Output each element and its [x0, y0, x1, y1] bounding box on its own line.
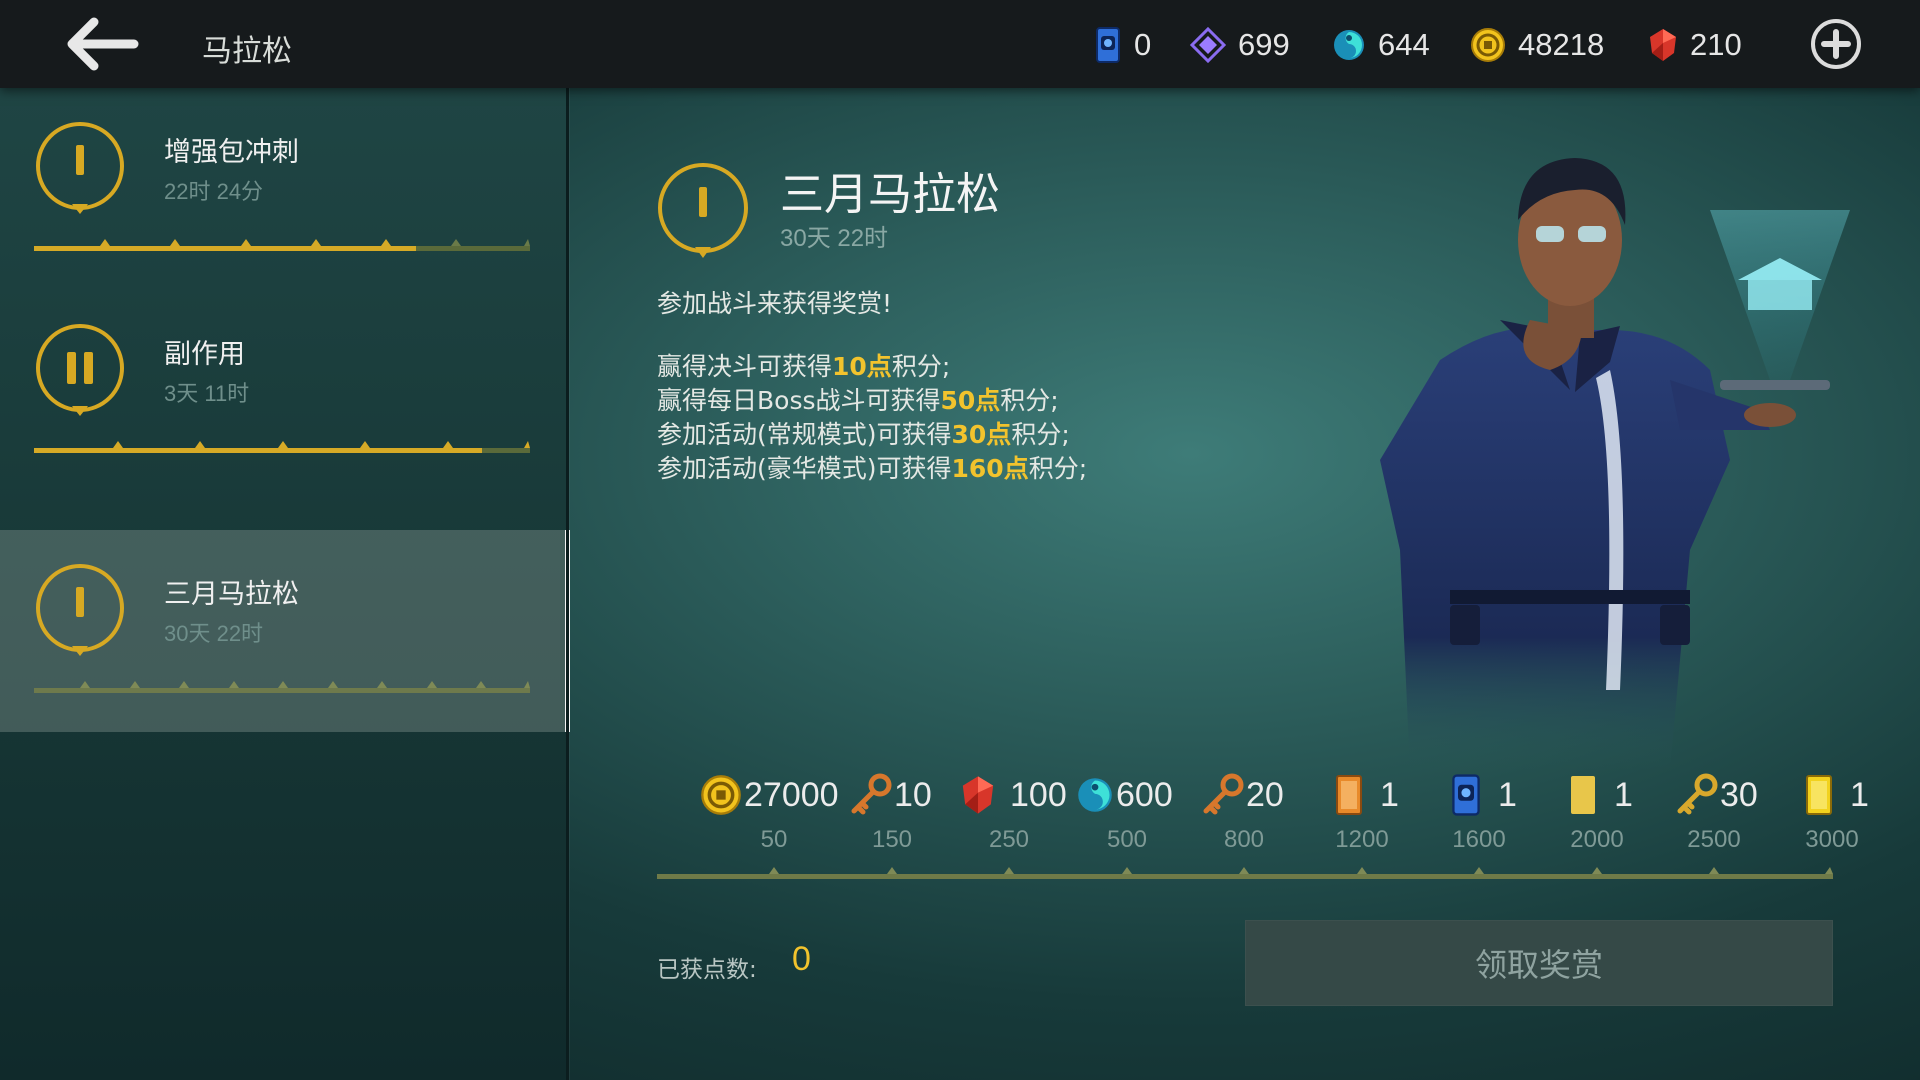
- event-sidebar: 增强包冲刺 22时 24分 副作用 3天 11时 三月马拉松 30天 22时: [0, 88, 570, 1080]
- resource-value: 699: [1238, 27, 1290, 62]
- exclamation-status-icon: [658, 163, 748, 258]
- key-icon: [1677, 773, 1718, 815]
- reward-amount: 100: [1010, 775, 1067, 814]
- reward-threshold: 250: [988, 826, 1030, 853]
- marathon-progress-track: [657, 867, 1833, 879]
- reward-amount: 600: [1116, 775, 1173, 814]
- rule-line: 参加活动(常规模式)可获得30点积分;: [657, 420, 1070, 449]
- reward-threshold: 2000: [1570, 826, 1624, 853]
- resource-gold-coin[interactable]: 48218: [1470, 22, 1604, 68]
- event-name: 三月马拉松: [164, 579, 299, 610]
- purple-crystal-icon: [1190, 27, 1226, 63]
- reward-threshold: 800: [1223, 826, 1265, 853]
- key-icon: [851, 773, 892, 815]
- resource-teal-orb[interactable]: 644: [1332, 22, 1430, 68]
- reward-gold-card[interactable]: 1: [1804, 770, 1869, 820]
- reward-amount: 1: [1614, 775, 1633, 814]
- teal-orb-icon: [1334, 30, 1364, 60]
- event-progress-track: [34, 239, 530, 251]
- reward-threshold: 1200: [1335, 826, 1389, 853]
- event-title: 三月马拉松: [780, 169, 1000, 220]
- reward-blue-card[interactable]: 1: [1450, 770, 1517, 820]
- sidebar-item-boost-sprint[interactable]: 增强包冲刺 22时 24分: [0, 88, 566, 290]
- resource-value: 210: [1690, 27, 1742, 62]
- character-illustration: [1380, 158, 1850, 770]
- orange-card-icon: [1336, 775, 1362, 815]
- event-progress-track: [34, 681, 530, 693]
- blue-card-icon: [1096, 27, 1120, 63]
- points-label: 已获点数:: [657, 957, 757, 983]
- sidebar-divider: [566, 88, 569, 1080]
- resource-value: 48218: [1518, 27, 1605, 62]
- reward-threshold: 1600: [1452, 826, 1506, 853]
- reward-amount: 1: [1380, 775, 1399, 814]
- back-button[interactable]: [60, 14, 140, 74]
- rule-line: 赢得决斗可获得10点积分;: [657, 352, 951, 381]
- key-icon: [1203, 773, 1244, 815]
- reward-amount: 1: [1850, 775, 1869, 814]
- reward-gold-coins[interactable]: 27000: [700, 770, 839, 820]
- points-value: 0: [792, 940, 811, 978]
- exclamation-status-icon: [36, 564, 124, 656]
- teal-orb-icon: [1078, 778, 1112, 812]
- reward-yellow-card[interactable]: 1: [1568, 770, 1633, 820]
- event-time: 3天 11时: [164, 381, 250, 406]
- gold-coin-icon: [701, 775, 741, 815]
- event-time: 22时 24分: [164, 179, 264, 204]
- reward-teal-orbs[interactable]: 600: [1076, 770, 1173, 820]
- reward-amount: 20: [1246, 775, 1284, 814]
- back-arrow-icon: [67, 17, 139, 71]
- page-title: 马拉松: [202, 34, 292, 69]
- resource-blue-card[interactable]: 0: [1094, 22, 1151, 68]
- reward-amount: 30: [1720, 775, 1758, 814]
- yellow-card-icon: [1571, 776, 1595, 814]
- event-name: 增强包冲刺: [164, 137, 299, 168]
- reward-keys[interactable]: 30: [1674, 770, 1758, 820]
- exclamation-status-icon: [36, 122, 124, 214]
- red-gem-icon: [1650, 29, 1676, 61]
- top-bar: 马拉松 0 699 644 48218 210: [0, 0, 1920, 88]
- pause-status-icon: [36, 324, 124, 416]
- event-time: 30天 22时: [164, 621, 264, 646]
- plus-circle-icon: [1811, 19, 1861, 69]
- scoring-rules: 赢得决斗可获得10点积分; 赢得每日Boss战斗可获得50点积分; 参加活动(常…: [657, 350, 1087, 486]
- blue-card-icon: [1452, 774, 1480, 816]
- reward-threshold: 50: [760, 826, 788, 853]
- reward-threshold: 3000: [1805, 826, 1859, 853]
- reward-orange-card[interactable]: 1: [1334, 770, 1399, 820]
- red-gem-icon: [962, 776, 994, 814]
- resource-value: 644: [1378, 27, 1430, 62]
- reward-threshold: 500: [1106, 826, 1148, 853]
- event-intro: 参加战斗来获得奖赏!: [657, 289, 893, 318]
- reward-keys[interactable]: 10: [848, 770, 932, 820]
- resource-purple-crystal[interactable]: 699: [1190, 22, 1290, 68]
- reward-threshold: 2500: [1687, 826, 1741, 853]
- gold-card-icon: [1806, 775, 1832, 815]
- sidebar-item-march-marathon[interactable]: 三月马拉松 30天 22时: [0, 530, 570, 732]
- rule-line: 赢得每日Boss战斗可获得50点积分;: [657, 386, 1059, 415]
- event-name: 副作用: [164, 339, 245, 370]
- reward-threshold: 150: [871, 826, 913, 853]
- reward-red-gems[interactable]: 100: [960, 770, 1067, 820]
- rule-line: 参加活动(豪华模式)可获得160点积分;: [657, 454, 1088, 483]
- reward-amount: 27000: [744, 775, 839, 814]
- event-remaining-time: 30天 22时: [780, 225, 889, 252]
- claim-reward-button[interactable]: 领取奖赏: [1245, 920, 1833, 1006]
- reward-amount: 10: [894, 775, 932, 814]
- sidebar-item-side-effect[interactable]: 副作用 3天 11时: [0, 290, 566, 492]
- resource-value: 0: [1134, 27, 1152, 62]
- reward-keys[interactable]: 20: [1200, 770, 1284, 820]
- reward-amount: 1: [1498, 775, 1517, 814]
- add-currency-button[interactable]: [1810, 18, 1862, 70]
- resource-red-gem[interactable]: 210: [1648, 22, 1742, 68]
- gold-coin-icon: [1471, 28, 1505, 62]
- event-progress-track: [34, 441, 530, 453]
